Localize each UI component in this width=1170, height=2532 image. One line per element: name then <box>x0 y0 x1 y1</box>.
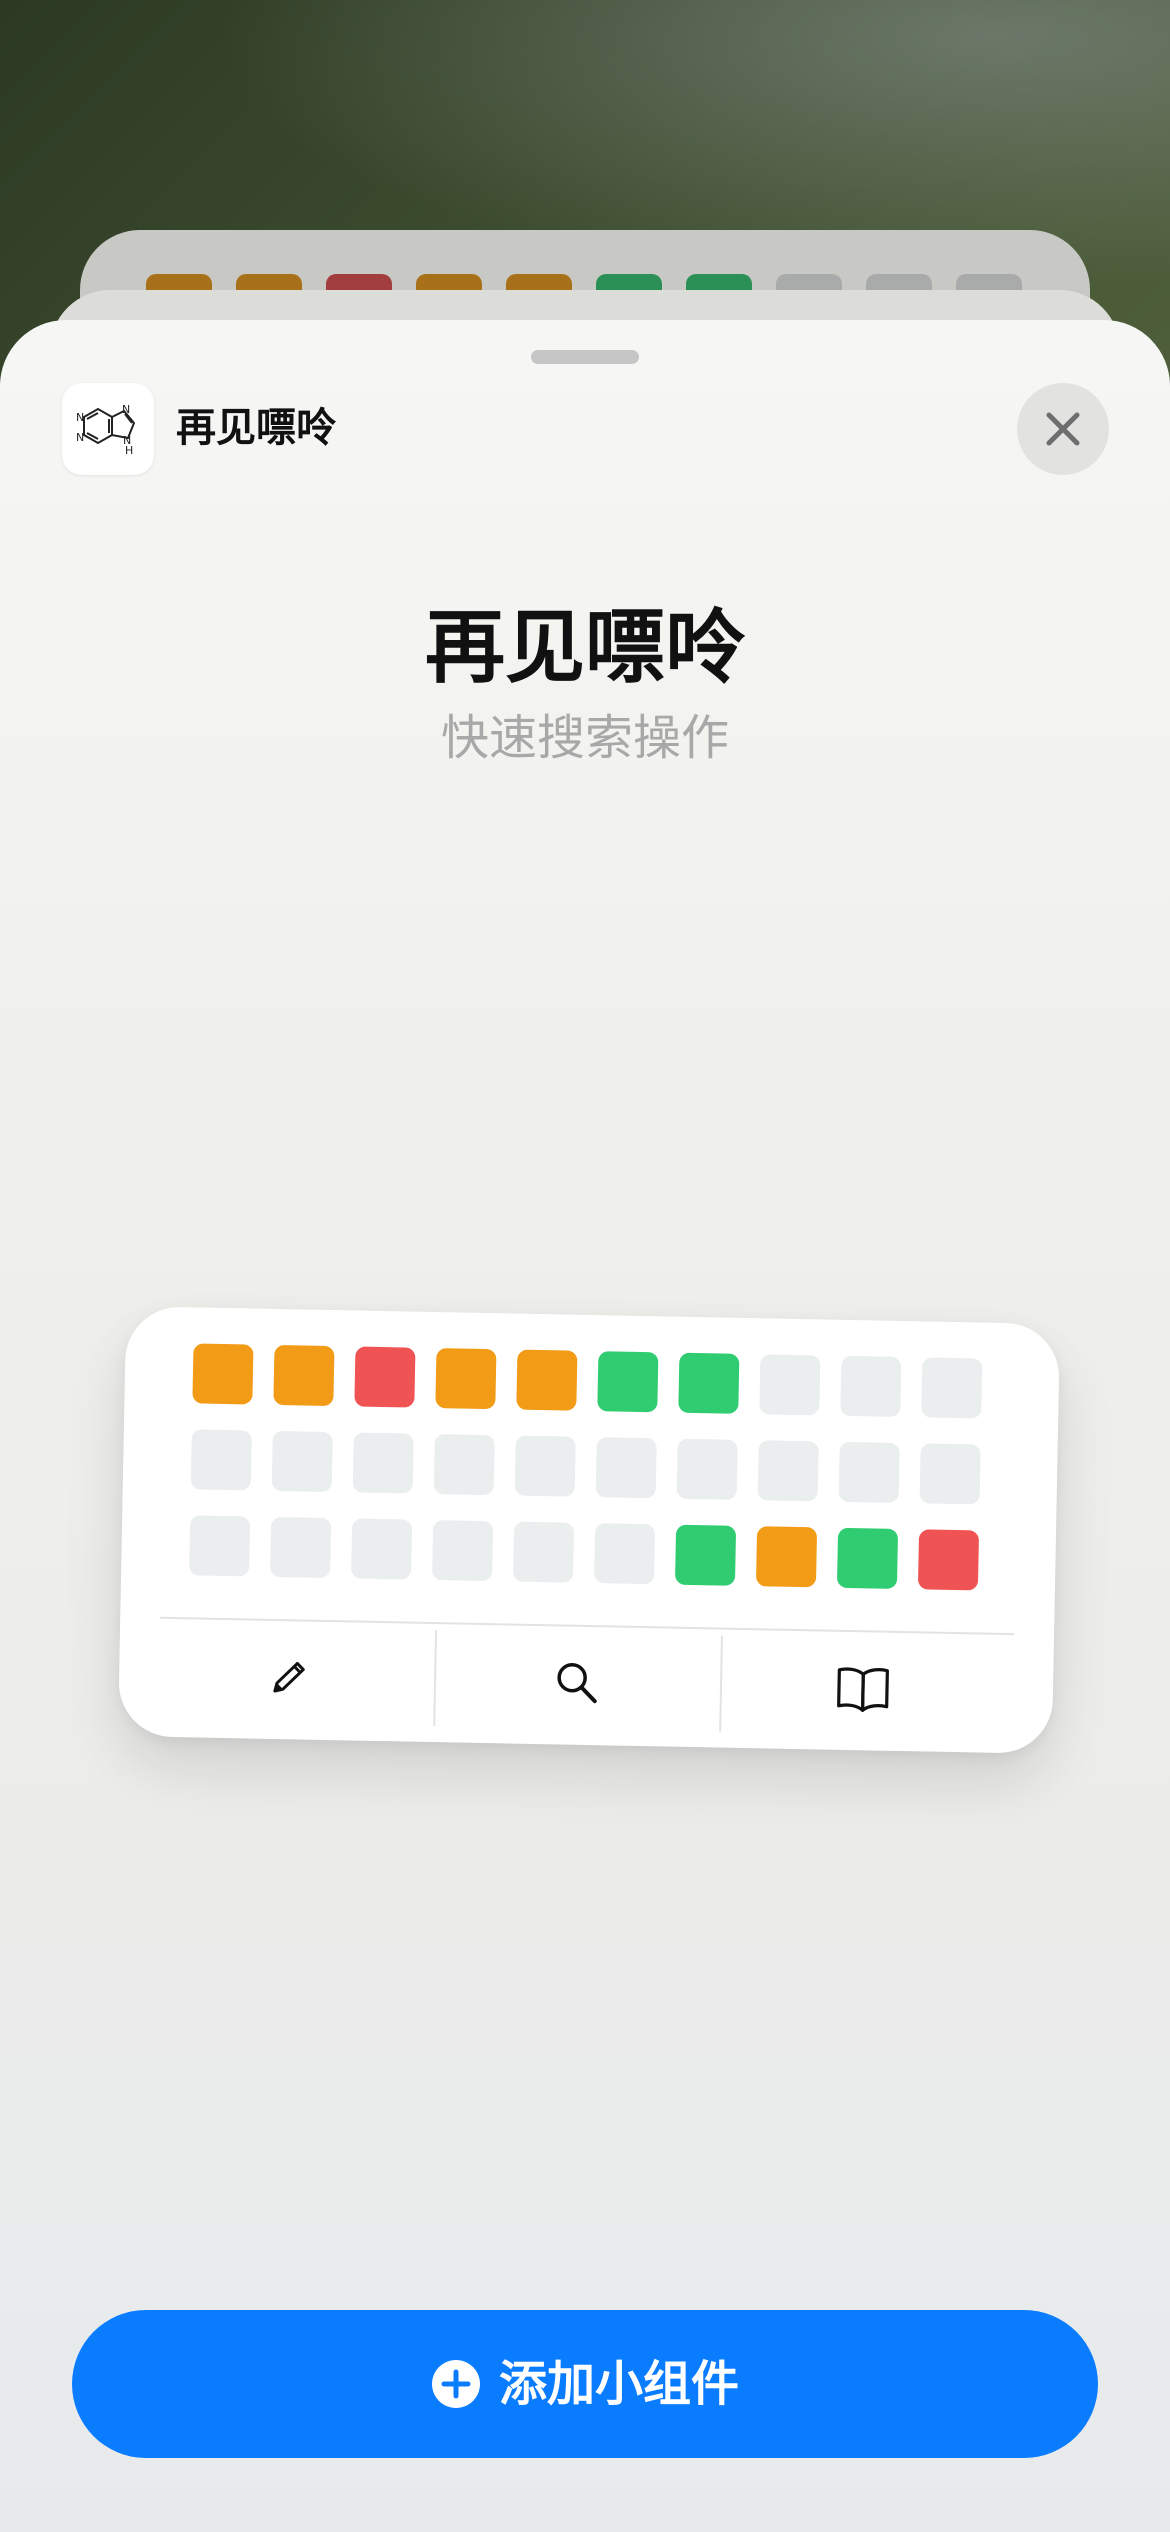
close-button[interactable] <box>1017 383 1109 475</box>
status-cell-red <box>917 1529 980 1591</box>
status-cell-empty <box>432 1520 494 1582</box>
status-cell-red <box>354 1346 416 1408</box>
status-cell-orange <box>755 1526 818 1588</box>
svg-text:N: N <box>76 411 84 424</box>
status-cell-empty <box>919 1443 981 1505</box>
status-cell-empty <box>514 1435 576 1497</box>
status-cell-empty <box>352 1432 414 1494</box>
status-cell-orange <box>435 1348 497 1410</box>
search-icon <box>557 1662 597 1704</box>
widget-subtitle: 快速搜索操作 <box>440 710 729 766</box>
status-cell-green <box>597 1351 659 1413</box>
status-cell-empty <box>189 1515 251 1577</box>
status-cell-orange <box>516 1349 578 1411</box>
status-cell-green <box>674 1524 737 1586</box>
close-icon <box>1046 412 1080 446</box>
svg-text:N: N <box>122 403 130 416</box>
status-grid <box>189 1343 983 1591</box>
status-cell-green <box>678 1352 740 1414</box>
widget-preview[interactable] <box>117 1306 1061 1754</box>
status-cell-empty <box>351 1518 413 1580</box>
status-cell-empty <box>190 1429 252 1491</box>
book-icon <box>837 1667 889 1712</box>
book-action-button[interactable] <box>722 1636 1004 1741</box>
svg-text:H: H <box>125 444 133 457</box>
status-cell-empty <box>840 1355 902 1417</box>
edit-action-button[interactable] <box>148 1625 430 1730</box>
status-cell-empty <box>676 1438 738 1500</box>
status-cell-empty <box>270 1516 332 1579</box>
sheet-grabber[interactable] <box>531 350 639 364</box>
status-cell-green <box>836 1527 899 1589</box>
status-cell-empty <box>759 1354 821 1416</box>
pencil-icon <box>273 1661 305 1693</box>
add-widget-label: 添加小组件 <box>498 2356 739 2412</box>
app-icon: N N N N H <box>62 383 154 475</box>
status-cell-empty <box>593 1523 656 1585</box>
app-name: 再见嘌呤 <box>176 405 336 451</box>
widget-title: 再见嘌呤 <box>425 601 745 694</box>
status-cell-empty <box>757 1440 819 1502</box>
add-widget-button[interactable]: 添加小组件 <box>72 2310 1098 2458</box>
status-cell-empty <box>838 1441 900 1503</box>
status-cell-empty <box>595 1437 657 1499</box>
svg-text:N: N <box>76 431 84 444</box>
status-cell-empty <box>433 1434 495 1496</box>
plus-circle-icon <box>431 2360 480 2408</box>
status-cell-empty <box>512 1521 575 1583</box>
status-cell-empty <box>271 1430 333 1493</box>
search-action-button[interactable] <box>436 1630 718 1735</box>
purine-molecule-icon: N N N N H <box>76 403 136 457</box>
status-cell-orange <box>192 1343 254 1405</box>
widget-gallery-sheet: N N N N H 再见嘌呤 再见嘌呤 快速搜索操作 <box>0 320 1170 2532</box>
status-cell-orange <box>273 1344 335 1407</box>
status-cell-empty <box>921 1357 983 1419</box>
